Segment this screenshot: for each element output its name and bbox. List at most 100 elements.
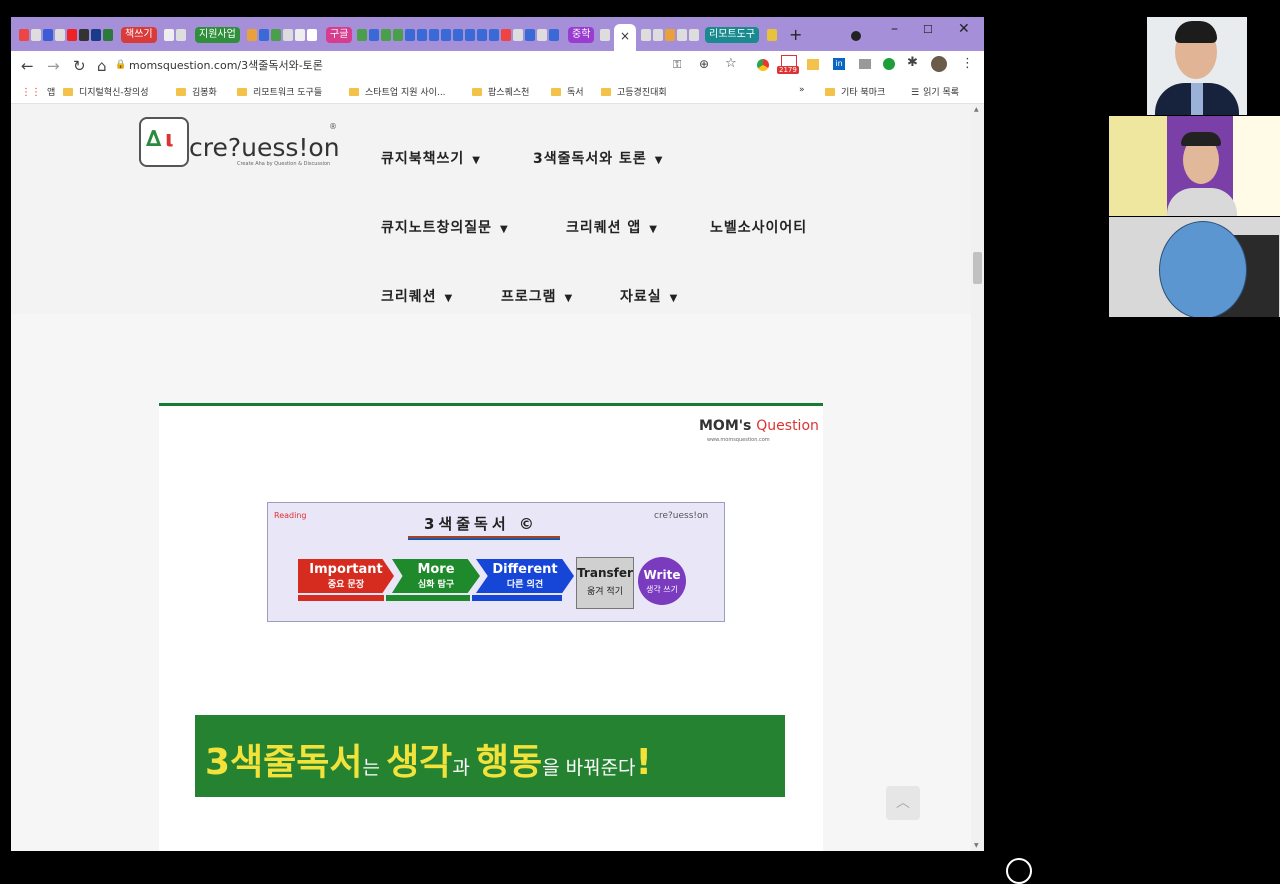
tab-favicon[interactable] bbox=[164, 29, 174, 41]
tab-favicon[interactable] bbox=[271, 29, 281, 41]
profile-avatar[interactable] bbox=[931, 56, 947, 72]
tab-favicon[interactable] bbox=[441, 29, 451, 41]
tab-favicon[interactable] bbox=[525, 29, 535, 41]
linkedin-icon[interactable]: in bbox=[833, 58, 845, 70]
bookmark-folder[interactable]: 스타트업 지원 사이... bbox=[349, 85, 446, 98]
tab-favicon[interactable] bbox=[767, 29, 777, 41]
tab-group-remote-tools[interactable]: 리모트도구 bbox=[705, 27, 759, 43]
tab-favicon[interactable] bbox=[453, 29, 463, 41]
chrome-extension-icon[interactable] bbox=[757, 59, 769, 71]
tab-favicon[interactable] bbox=[307, 29, 317, 41]
key-icon[interactable]: ⚿ bbox=[673, 58, 681, 72]
tab-favicon[interactable] bbox=[465, 29, 475, 41]
lock-icon[interactable]: 🔒 bbox=[115, 60, 126, 70]
extension-icon[interactable] bbox=[859, 59, 871, 69]
notes-extension-icon[interactable] bbox=[807, 59, 819, 70]
bookmark-folder[interactable]: 팝스퀘스천 bbox=[472, 85, 529, 98]
bookmark-folder[interactable]: 고등경진대회 bbox=[601, 85, 667, 98]
bookmark-folder[interactable]: 리모트워크 도구들 bbox=[237, 85, 322, 98]
menu-icon[interactable]: ⋮ bbox=[961, 56, 974, 71]
nav-item-qg-note[interactable]: 큐지노트창의질문 ▼ bbox=[381, 217, 509, 237]
tab-favicon[interactable] bbox=[600, 29, 610, 41]
forward-icon[interactable]: → bbox=[47, 57, 60, 75]
tab-favicon[interactable] bbox=[477, 29, 487, 41]
bookmark-folder[interactable]: 독서 bbox=[551, 85, 584, 98]
tab-favicon[interactable] bbox=[641, 29, 651, 41]
tab-favicon[interactable] bbox=[357, 29, 367, 41]
logo-text[interactable]: cre?uess!on bbox=[189, 133, 340, 162]
participant-video-3[interactable] bbox=[1109, 217, 1280, 317]
address-bar[interactable]: momsquestion.com/3색줄독서와-토론 bbox=[129, 57, 323, 73]
tab-favicon[interactable] bbox=[381, 29, 391, 41]
tab-favicon[interactable] bbox=[501, 29, 511, 41]
scrollbar-thumb[interactable] bbox=[973, 252, 982, 284]
minimize-button[interactable]: – bbox=[891, 21, 898, 37]
tab-favicon[interactable] bbox=[259, 29, 269, 41]
nav-item-program[interactable]: 프로그램 ▼ bbox=[501, 286, 573, 306]
tab-favicon[interactable] bbox=[513, 29, 523, 41]
bookmarks-overflow[interactable]: » bbox=[799, 85, 805, 95]
new-tab-button[interactable]: + bbox=[789, 25, 802, 44]
page-scrollbar[interactable]: ▲ ▼ bbox=[971, 104, 984, 851]
nav-item-crequestion[interactable]: 크리퀘션 ▼ bbox=[381, 286, 453, 306]
evernote-icon[interactable] bbox=[883, 58, 895, 70]
tab-group-middle-school[interactable]: 중학 bbox=[568, 27, 595, 43]
close-window-button[interactable]: ✕ bbox=[958, 21, 970, 37]
nav-item-resources[interactable]: 자료실 ▼ bbox=[620, 286, 678, 306]
tab-favicon[interactable] bbox=[369, 29, 379, 41]
tab-favicon[interactable] bbox=[67, 29, 77, 41]
close-tab-icon[interactable]: × bbox=[620, 29, 630, 43]
tab-favicon[interactable] bbox=[19, 29, 29, 41]
tab-favicon[interactable] bbox=[417, 29, 427, 41]
nav-item-nobel-society[interactable]: 노벨소사이어티 bbox=[710, 217, 807, 237]
home-icon[interactable]: ⌂ bbox=[97, 57, 107, 75]
tab-favicon[interactable] bbox=[489, 29, 499, 41]
bookmark-folder[interactable]: 김봉화 bbox=[176, 85, 217, 98]
reading-list[interactable]: ☰ 읽기 목록 bbox=[911, 85, 959, 98]
logo-mark[interactable]: ∆ ι bbox=[139, 117, 189, 167]
tab-search-icon[interactable] bbox=[851, 31, 861, 41]
tab-favicon[interactable] bbox=[689, 29, 699, 41]
back-to-top-button[interactable]: ︿ bbox=[886, 786, 920, 820]
tab-group-book-writing[interactable]: 책쓰기 bbox=[121, 27, 157, 43]
tab-favicon[interactable] bbox=[176, 29, 186, 41]
back-icon[interactable]: ← bbox=[21, 57, 34, 75]
tab-favicon[interactable] bbox=[91, 29, 101, 41]
tab-favicon[interactable] bbox=[405, 29, 415, 41]
tab-favicon[interactable] bbox=[31, 29, 41, 41]
participant-video-1[interactable] bbox=[1147, 17, 1247, 115]
reload-icon[interactable]: ↻ bbox=[73, 57, 86, 75]
bookmark-other[interactable]: 기타 북마크 bbox=[825, 85, 885, 98]
tab-group-support[interactable]: 지원사업 bbox=[195, 27, 240, 43]
tab-favicon[interactable] bbox=[79, 29, 89, 41]
nav-item-crequestion-app[interactable]: 크리퀘션 앱 ▼ bbox=[566, 217, 658, 237]
active-tab[interactable]: × bbox=[614, 24, 636, 51]
tab-favicon[interactable] bbox=[537, 29, 547, 41]
tab-favicon[interactable] bbox=[665, 29, 675, 41]
tab-favicon[interactable] bbox=[549, 29, 559, 41]
tab-favicon[interactable] bbox=[393, 29, 403, 41]
tab-favicon[interactable] bbox=[677, 29, 687, 41]
maximize-button[interactable]: ☐ bbox=[923, 23, 933, 36]
cursor-icon bbox=[1006, 858, 1032, 884]
tab-favicon[interactable] bbox=[103, 29, 113, 41]
nav-item-qg-book[interactable]: 큐지북책쓰기 ▼ bbox=[381, 148, 481, 168]
bookmark-apps[interactable]: ⋮⋮ 앱 bbox=[21, 85, 55, 98]
star-icon[interactable]: ☆ bbox=[725, 56, 737, 71]
bookmark-folder[interactable]: 디지털혁신-창의성 bbox=[63, 85, 149, 98]
extensions-puzzle-icon[interactable]: ✱ bbox=[907, 55, 918, 70]
tab-favicon[interactable] bbox=[247, 29, 257, 41]
tab-favicon[interactable] bbox=[283, 29, 293, 41]
folder-icon bbox=[63, 88, 73, 96]
zoom-icon[interactable]: ⊕ bbox=[699, 57, 709, 71]
tab-favicon[interactable] bbox=[653, 29, 663, 41]
participant-video-2[interactable] bbox=[1109, 116, 1280, 216]
tab-favicon[interactable] bbox=[55, 29, 65, 41]
tab-favicon[interactable] bbox=[43, 29, 53, 41]
tab-favicon[interactable] bbox=[295, 29, 305, 41]
scroll-up-icon[interactable]: ▲ bbox=[974, 106, 979, 113]
tab-group-google[interactable]: 구글 bbox=[326, 27, 353, 43]
scroll-down-icon[interactable]: ▼ bbox=[974, 842, 979, 849]
tab-favicon[interactable] bbox=[429, 29, 439, 41]
nav-item-3color-reading[interactable]: 3색줄독서와 토론 ▼ bbox=[533, 148, 663, 168]
